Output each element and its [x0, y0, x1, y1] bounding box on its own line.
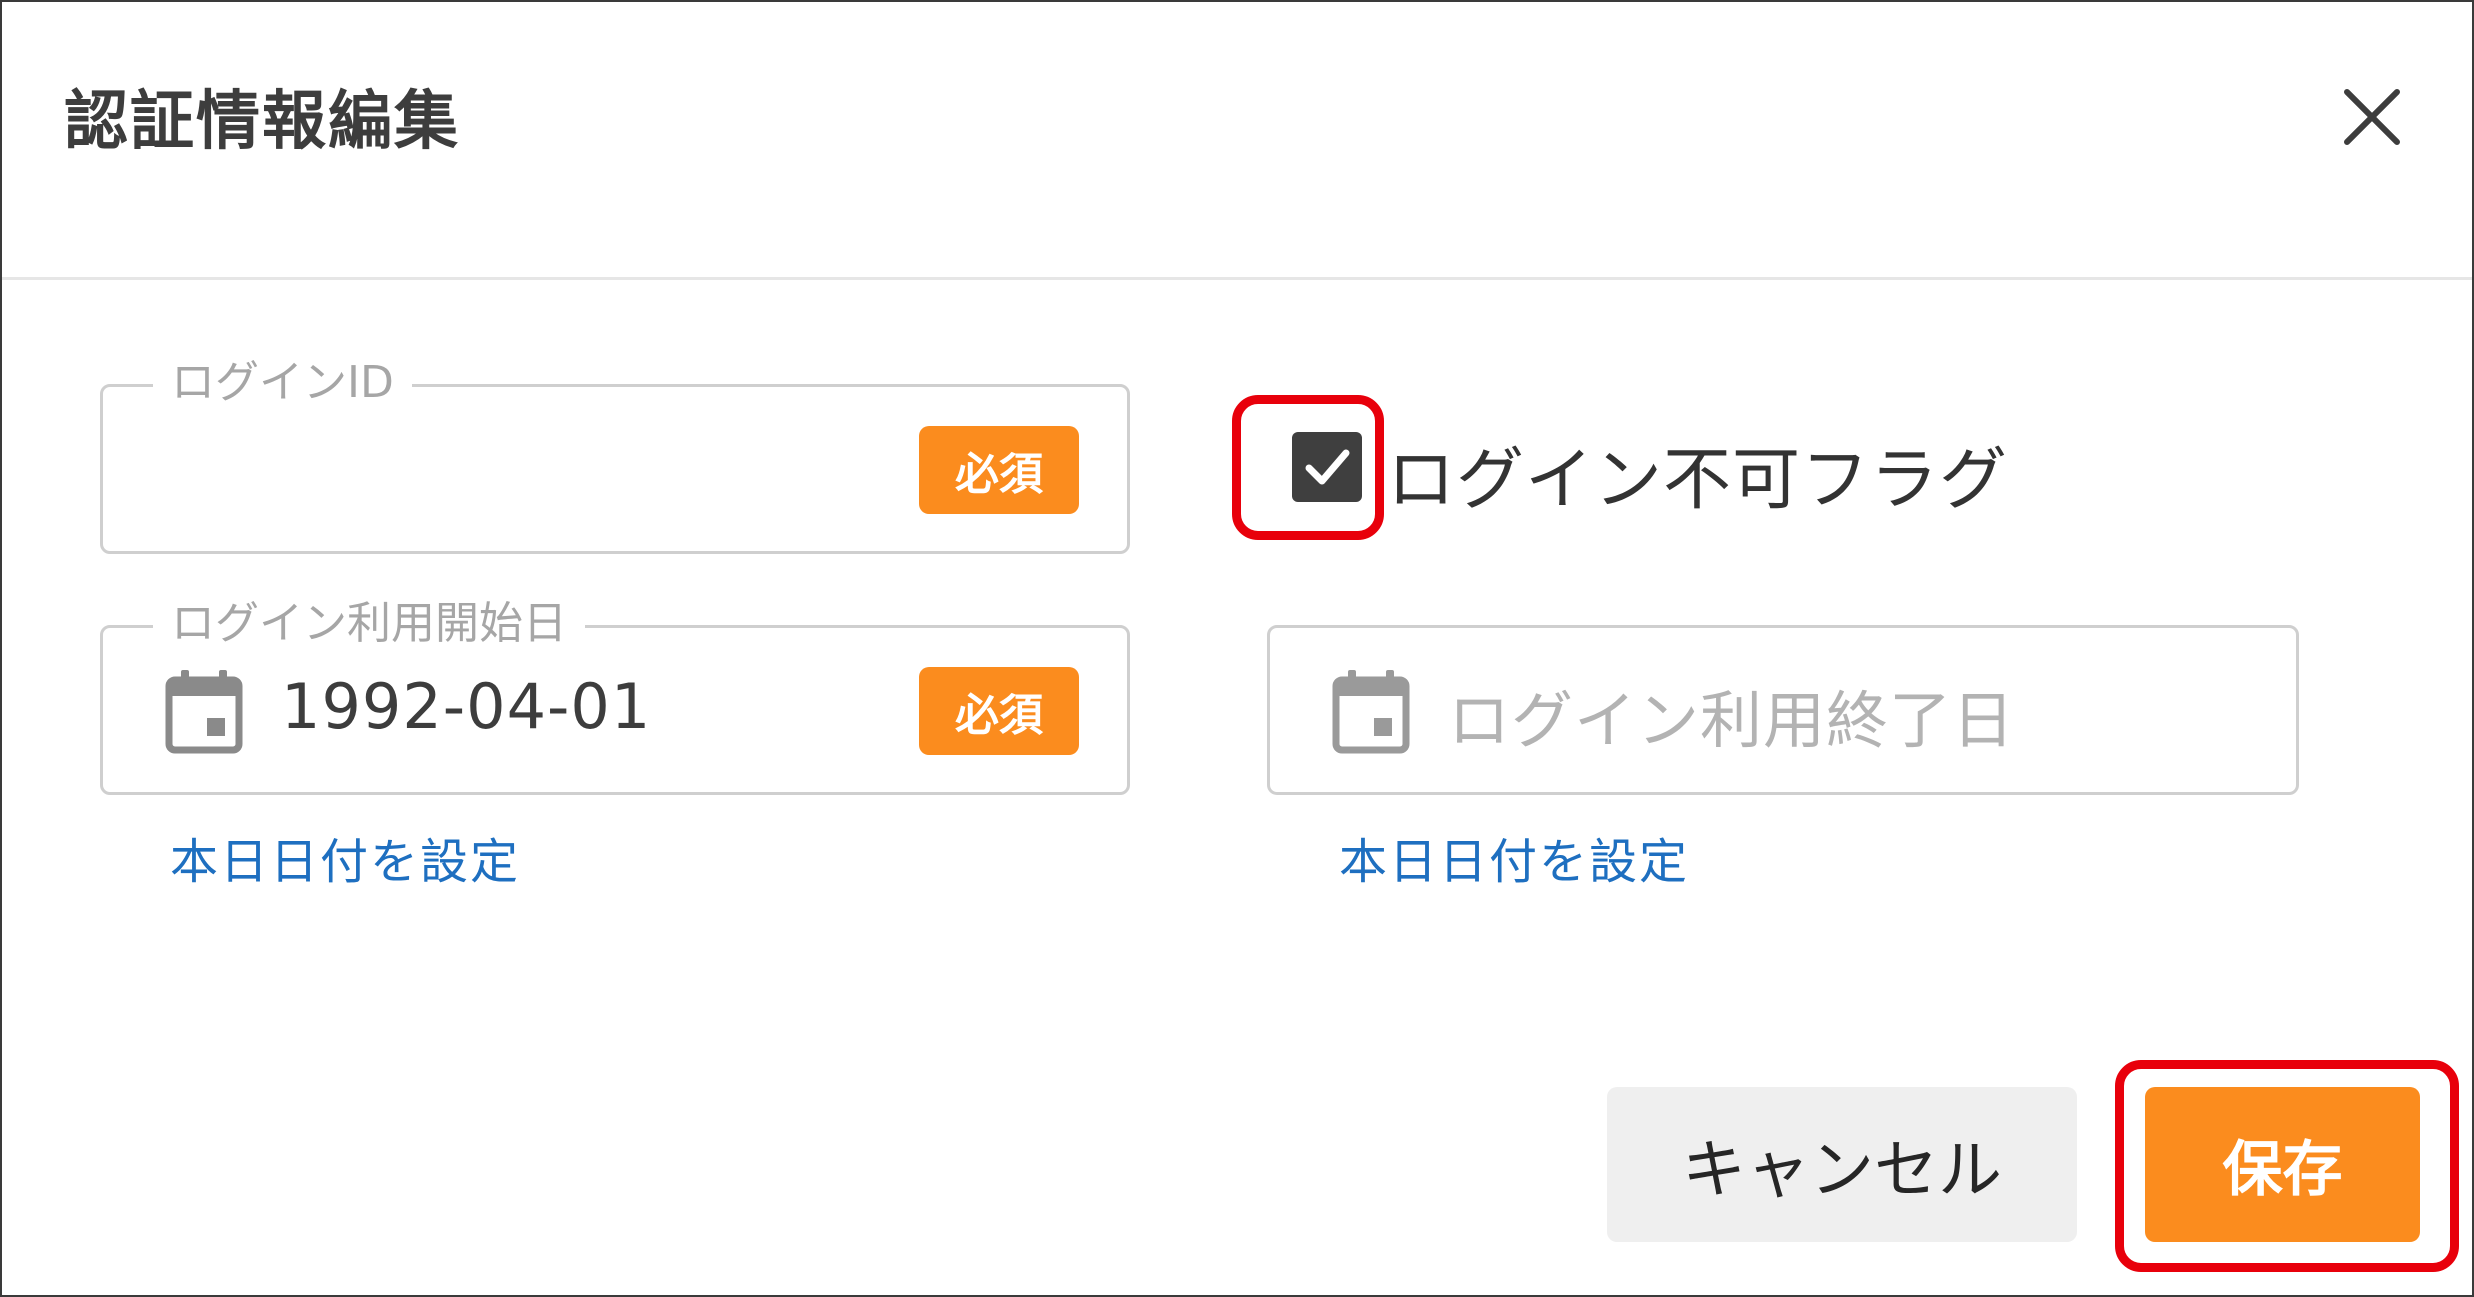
close-icon[interactable] [2337, 82, 2407, 152]
check-icon [1305, 449, 1350, 485]
save-button[interactable]: 保存 [2145, 1087, 2420, 1242]
end-date-placeholder: ログイン利用終了日 [1448, 684, 2016, 757]
end-date-field[interactable]: ログイン利用終了日 [1267, 625, 2299, 795]
start-date-label: ログイン利用開始日 [153, 596, 585, 652]
login-disabled-label[interactable]: ログイン不可フラグ [1387, 424, 2008, 523]
header-divider [2, 277, 2472, 280]
start-date-value: 1992-04-01 [281, 670, 652, 743]
required-badge: 必須 [919, 426, 1079, 514]
start-date-set-today-link[interactable]: 本日日付を設定 [170, 822, 520, 892]
start-date-field[interactable]: ログイン利用開始日 1992-04-01 必須 [100, 596, 1130, 795]
login-disabled-checkbox-wrap [1292, 432, 1362, 502]
auth-edit-dialog: 認証情報編集 ログインID 必須 ログイン不可フラグ ログイン利用開始日 199… [0, 0, 2474, 1297]
login-disabled-checkbox[interactable] [1292, 432, 1362, 502]
end-date-set-today-link[interactable]: 本日日付を設定 [1339, 822, 1689, 892]
login-id-label: ログインID [153, 355, 412, 411]
calendar-icon [165, 670, 243, 754]
cancel-button[interactable]: キャンセル [1607, 1087, 2077, 1242]
dialog-title: 認証情報編集 [64, 85, 460, 159]
calendar-icon [1332, 670, 1410, 754]
login-id-field[interactable]: ログインID 必須 [100, 355, 1130, 554]
required-badge: 必須 [919, 667, 1079, 755]
